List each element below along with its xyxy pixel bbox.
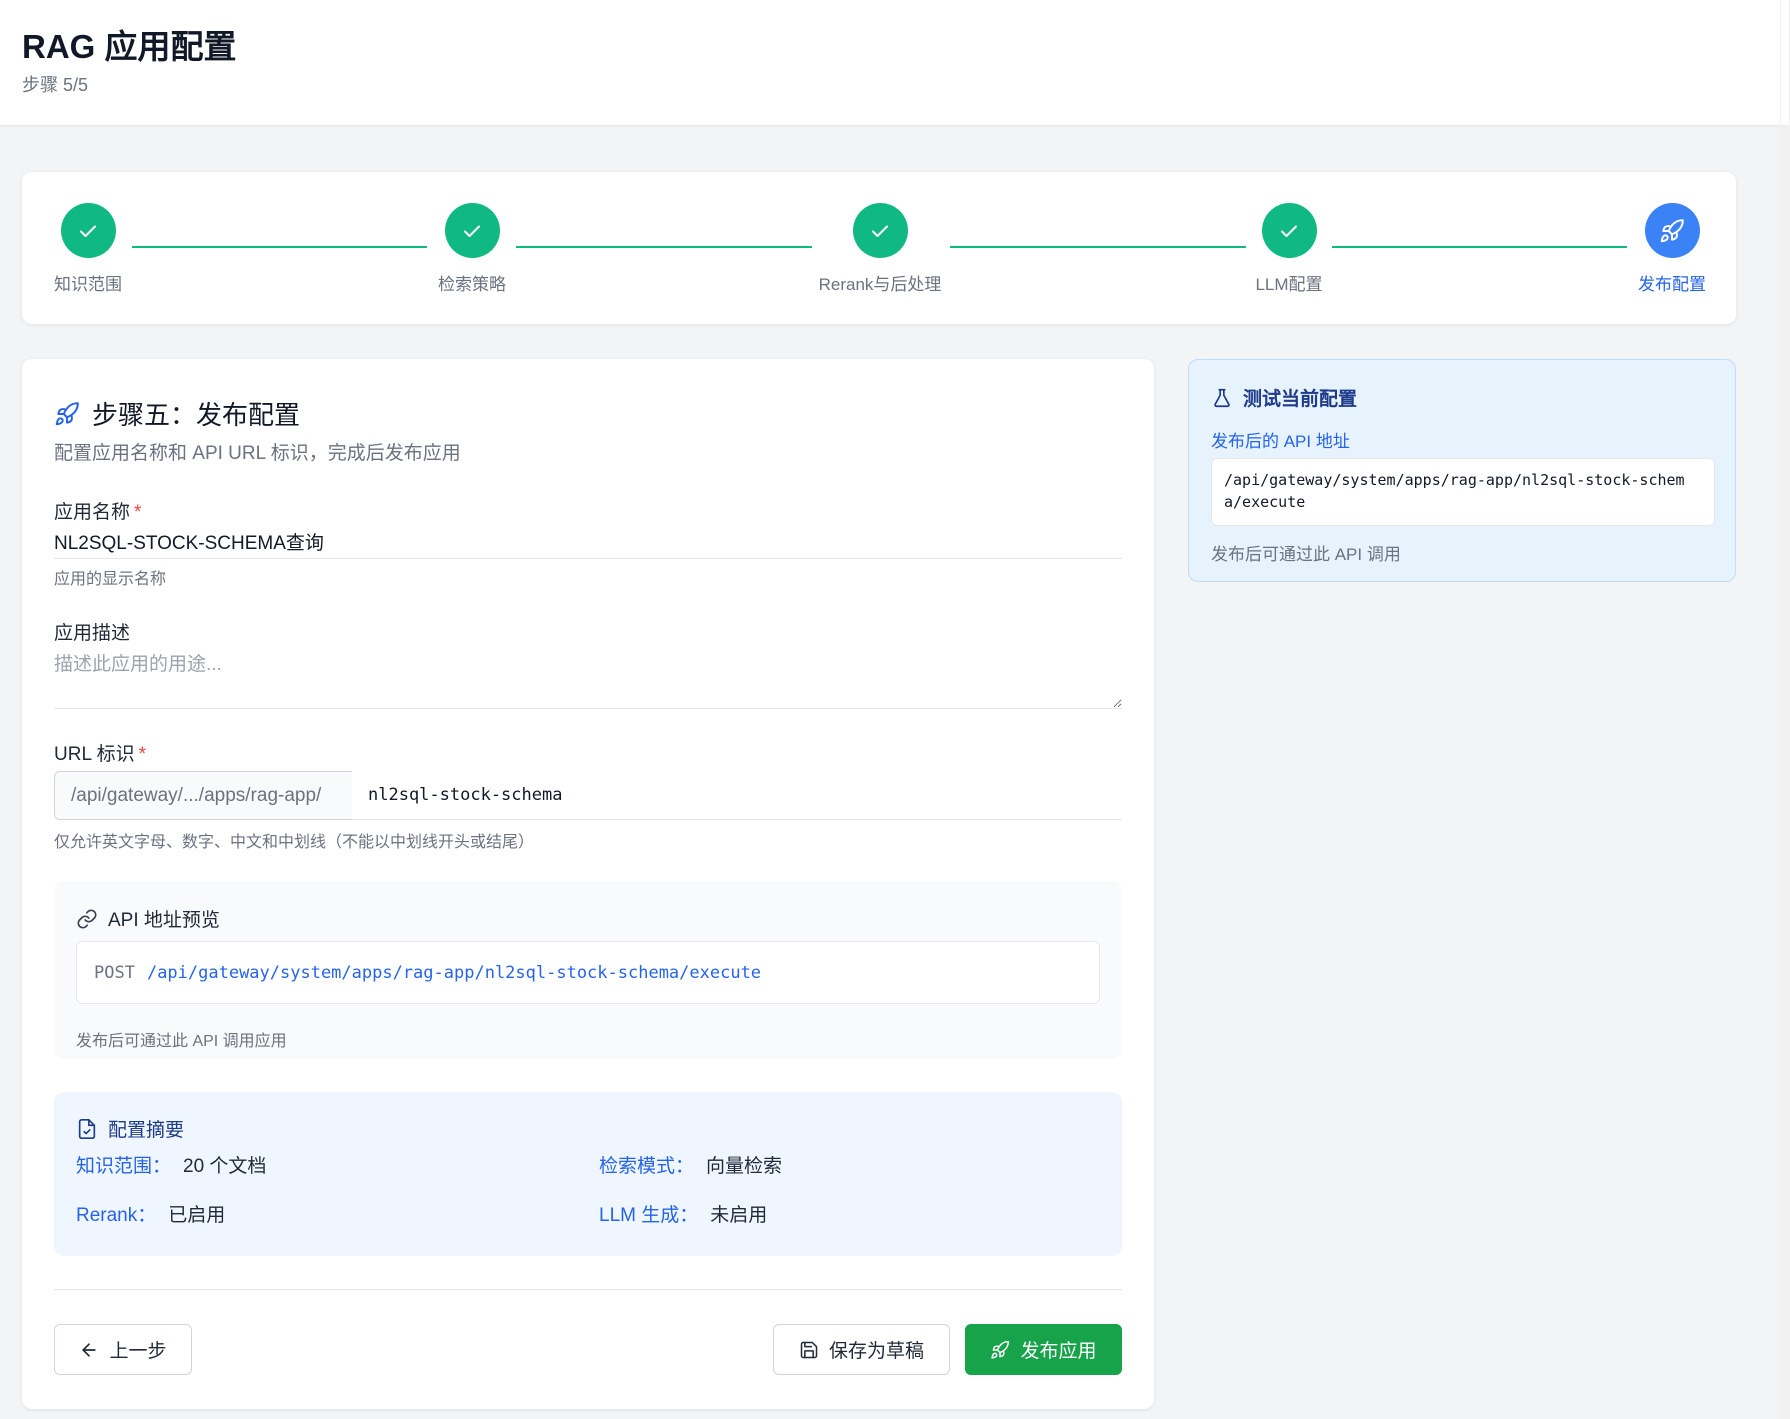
section-title-text: 步骤五：发布配置	[92, 400, 301, 430]
api-path: /api/gateway/system/apps/rag-app/nl2sql-…	[146, 962, 762, 983]
api-preview-code: POST /api/gateway/system/apps/rag-app/nl…	[76, 941, 1100, 1004]
page-scrollbar[interactable]	[1780, 0, 1790, 1419]
url-slug-label-text: URL 标识	[54, 744, 135, 765]
app-name-input[interactable]	[54, 525, 1122, 559]
step-knowledge-scope[interactable]: 知识范围	[53, 203, 123, 295]
app-desc-textarea[interactable]	[54, 649, 1122, 709]
published-api-url: /api/gateway/system/apps/rag-app/nl2sql-…	[1211, 458, 1715, 526]
prev-step-label: 上一步	[109, 1341, 167, 1362]
section-description: 配置应用名称和 API URL 标识，完成后发布应用	[54, 443, 461, 464]
api-preview-title: API 地址预览	[76, 905, 220, 932]
publish-app-button[interactable]: 发布应用	[965, 1324, 1122, 1375]
prev-step-button[interactable]: 上一步	[54, 1324, 192, 1375]
page-header: RAG 应用配置 步骤 5/5	[0, 0, 1780, 125]
config-summary-title: 配置摘要	[76, 1115, 184, 1142]
app-desc-label: 应用描述	[54, 623, 131, 644]
rocket-icon	[55, 401, 79, 425]
summary-key: Rerank：	[76, 1205, 157, 1226]
check-icon	[444, 203, 500, 258]
step-retrieval-strategy[interactable]: 检索策略	[437, 203, 507, 295]
check-icon	[60, 203, 116, 258]
api-preview-hint: 发布后可通过此 API 调用应用	[76, 1033, 287, 1050]
app-name-hint: 应用的显示名称	[54, 571, 167, 588]
section-title: 步骤五：发布配置	[54, 395, 300, 432]
url-prefix: /api/gateway/.../apps/rag-app/	[54, 771, 352, 820]
test-config-panel: 测试当前配置 发布后的 API 地址 /api/gateway/system/a…	[1188, 359, 1736, 582]
step-connector	[516, 246, 812, 248]
summary-item: 检索模式： 向量检索	[599, 1151, 782, 1178]
progress-stepper: 知识范围 检索策略 Rerank与后处理 LLM配置 发布配置	[22, 172, 1736, 324]
save-draft-label: 保存为草稿	[828, 1341, 924, 1362]
step-publish-config[interactable]: 发布配置	[1637, 203, 1707, 295]
scrollbar-thumb[interactable]	[1781, 0, 1789, 125]
save-icon	[800, 1341, 818, 1358]
arrow-left-icon	[82, 1342, 97, 1357]
flask-icon	[1214, 388, 1230, 407]
summary-key: 检索模式：	[599, 1156, 695, 1177]
step-counter: 步骤 5/5	[22, 75, 89, 95]
test-config-title-text: 测试当前配置	[1243, 389, 1358, 410]
file-check-icon	[78, 1118, 96, 1139]
step-connector	[950, 246, 1246, 248]
publish-app-label: 发布应用	[1020, 1341, 1097, 1362]
required-mark: *	[134, 502, 142, 523]
config-summary-title-text: 配置摘要	[108, 1120, 185, 1141]
app-name-label: 应用名称 *	[54, 497, 141, 524]
rocket-icon	[991, 1340, 1010, 1359]
check-icon	[852, 203, 908, 258]
api-preview-title-text: API 地址预览	[108, 910, 220, 931]
summary-value: 未启用	[710, 1205, 768, 1226]
summary-key: LLM 生成：	[599, 1205, 699, 1226]
publish-config-card: 步骤五：发布配置 配置应用名称和 API URL 标识，完成后发布应用 应用名称…	[22, 359, 1154, 1409]
url-slug-label: URL 标识 *	[54, 739, 146, 766]
link-icon	[77, 908, 97, 929]
step-connector	[1332, 246, 1627, 248]
app-name-label-text: 应用名称	[54, 502, 131, 523]
url-slug-hint: 仅允许英文字母、数字、中文和中划线（不能以中划线开头或结尾）	[54, 834, 535, 851]
save-draft-button[interactable]: 保存为草稿	[773, 1324, 950, 1375]
http-method: POST	[94, 962, 135, 983]
test-config-title: 测试当前配置	[1211, 384, 1357, 411]
page-title: RAG 应用配置	[22, 28, 237, 65]
step-label: Rerank与后处理	[818, 275, 942, 294]
step-connector	[132, 246, 427, 248]
summary-value: 向量检索	[706, 1156, 783, 1177]
check-icon	[1261, 203, 1317, 258]
step-rerank[interactable]: Rerank与后处理	[815, 203, 945, 295]
api-preview-box: API 地址预览 POST /api/gateway/system/apps/r…	[54, 881, 1122, 1059]
summary-key: 知识范围：	[76, 1156, 172, 1177]
summary-item: LLM 生成： 未启用	[599, 1200, 767, 1227]
step-label: LLM配置	[1255, 275, 1323, 294]
published-api-label: 发布后的 API 地址	[1211, 432, 1350, 451]
summary-value: 20 个文档	[183, 1156, 267, 1177]
url-slug-input[interactable]	[352, 771, 1122, 820]
rocket-icon	[1644, 203, 1700, 258]
step-label: 发布配置	[1638, 275, 1706, 294]
published-api-hint: 发布后可通过此 API 调用	[1211, 545, 1401, 564]
summary-item: Rerank： 已启用	[76, 1200, 225, 1227]
divider	[54, 1289, 1122, 1290]
url-slug-group: /api/gateway/.../apps/rag-app/	[54, 771, 1122, 820]
config-summary-box: 配置摘要 知识范围： 20 个文档 检索模式： 向量检索 Rerank： 已启用 LL…	[54, 1092, 1122, 1256]
step-label: 知识范围	[54, 275, 122, 294]
step-llm-config[interactable]: LLM配置	[1254, 203, 1324, 295]
required-mark: *	[138, 744, 146, 765]
summary-value: 已启用	[168, 1205, 226, 1226]
step-label: 检索策略	[438, 275, 506, 294]
summary-item: 知识范围： 20 个文档	[76, 1151, 266, 1178]
